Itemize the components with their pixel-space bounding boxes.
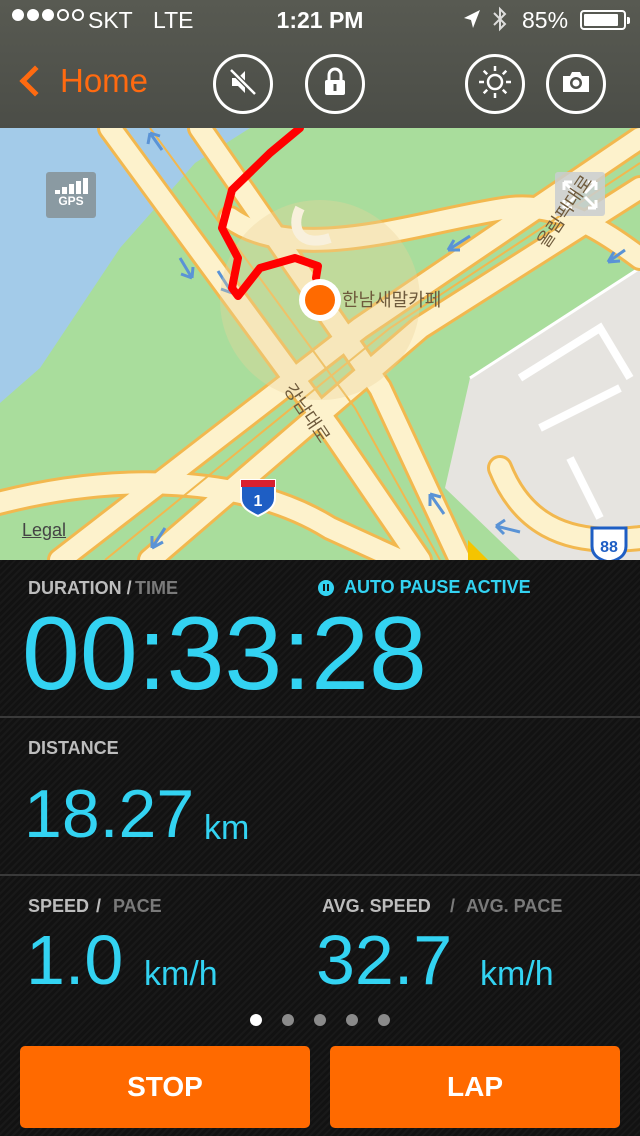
pace-label[interactable]: PACE	[113, 896, 162, 917]
lock-icon	[320, 66, 350, 103]
top-bar: SKT LTE 1:21 PM 85% Home	[0, 0, 640, 128]
bluetooth-icon	[492, 6, 508, 39]
legal-link[interactable]: Legal	[22, 520, 66, 541]
gps-signal-icon	[46, 172, 96, 194]
place-label: 한남새말카페	[342, 290, 442, 310]
page-dot[interactable]	[250, 1014, 262, 1026]
divider	[0, 716, 640, 718]
map-view[interactable]: 1 88 한남새말카페 강남대로 올림픽대로	[0, 128, 640, 560]
gps-label: GPS	[58, 194, 84, 208]
distance-label: DISTANCE	[28, 738, 119, 758]
avg-slash: /	[450, 896, 456, 916]
camera-icon	[560, 68, 592, 101]
battery-icon	[580, 10, 630, 30]
speed-label: SPEED	[28, 896, 90, 916]
avg-speed-value: 32.7	[316, 921, 453, 999]
distance-value: 18.27	[24, 776, 195, 852]
lap-label: LAP	[447, 1071, 503, 1102]
page-dot[interactable]	[346, 1014, 358, 1026]
page-dot[interactable]	[314, 1014, 326, 1026]
page-indicator[interactable]	[250, 1014, 390, 1026]
home-label: Home	[60, 62, 149, 99]
gps-signal-indicator: GPS	[46, 172, 96, 218]
mute-icon	[226, 65, 260, 104]
avg-speed-label: AVG. SPEED	[322, 896, 431, 916]
speed-unit: km/h	[144, 955, 218, 993]
duration-value: 00:33:28	[22, 596, 427, 712]
page-dot[interactable]	[378, 1014, 390, 1026]
home-back-button[interactable]: Home	[16, 62, 148, 100]
lock-button[interactable]	[305, 54, 365, 114]
status-bar: SKT LTE 1:21 PM 85%	[0, 0, 640, 40]
camera-button[interactable]	[546, 54, 606, 114]
distance-unit: km	[204, 809, 250, 847]
avg-pace-label[interactable]: AVG. PACE	[466, 896, 562, 917]
speed-value: 1.0	[26, 921, 124, 999]
mute-button[interactable]	[213, 54, 273, 114]
divider	[0, 874, 640, 876]
stop-label: STOP	[127, 1071, 203, 1102]
chevron-left-icon	[19, 65, 51, 97]
battery-percent: 85%	[522, 7, 569, 33]
route-badge-88: 88	[600, 539, 618, 556]
stop-button[interactable]: STOP	[20, 1046, 310, 1128]
lap-button[interactable]: LAP	[330, 1046, 620, 1128]
brightness-icon	[476, 63, 514, 106]
route-badge-1: 1	[254, 493, 263, 510]
brightness-button[interactable]	[465, 54, 525, 114]
map-canvas: 1 88	[0, 128, 640, 560]
speed-slash: /	[96, 896, 102, 916]
page-dot[interactable]	[282, 1014, 294, 1026]
avg-speed-unit: km/h	[480, 955, 554, 993]
location-arrow-icon	[462, 8, 482, 36]
